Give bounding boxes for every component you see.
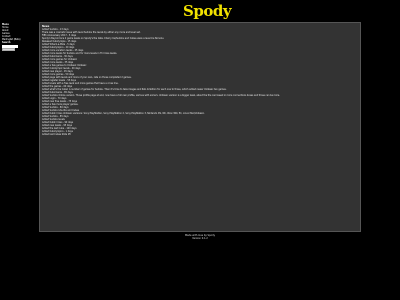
footer-version: Version 0.1.2 — [192, 237, 208, 240]
search-button[interactable] — [2, 48, 15, 51]
news-item: Added last Cubes Slide lift — [42, 133, 71, 136]
search-heading: Search — [2, 41, 11, 44]
news-list: Added Sudoku - 13 days There was a cosmet… — [42, 28, 358, 136]
sidebar: Menu Home About Games Contact Mailinglis… — [2, 23, 36, 51]
news-panel: News Added Sudoku - 13 days There was a c… — [39, 22, 361, 232]
site-logo[interactable]: Spody — [183, 1, 232, 21]
footer: Made with love by Spody Version 0.1.2 — [160, 234, 240, 240]
page: Spody Menu Home About Games Contact Mail… — [0, 0, 400, 300]
